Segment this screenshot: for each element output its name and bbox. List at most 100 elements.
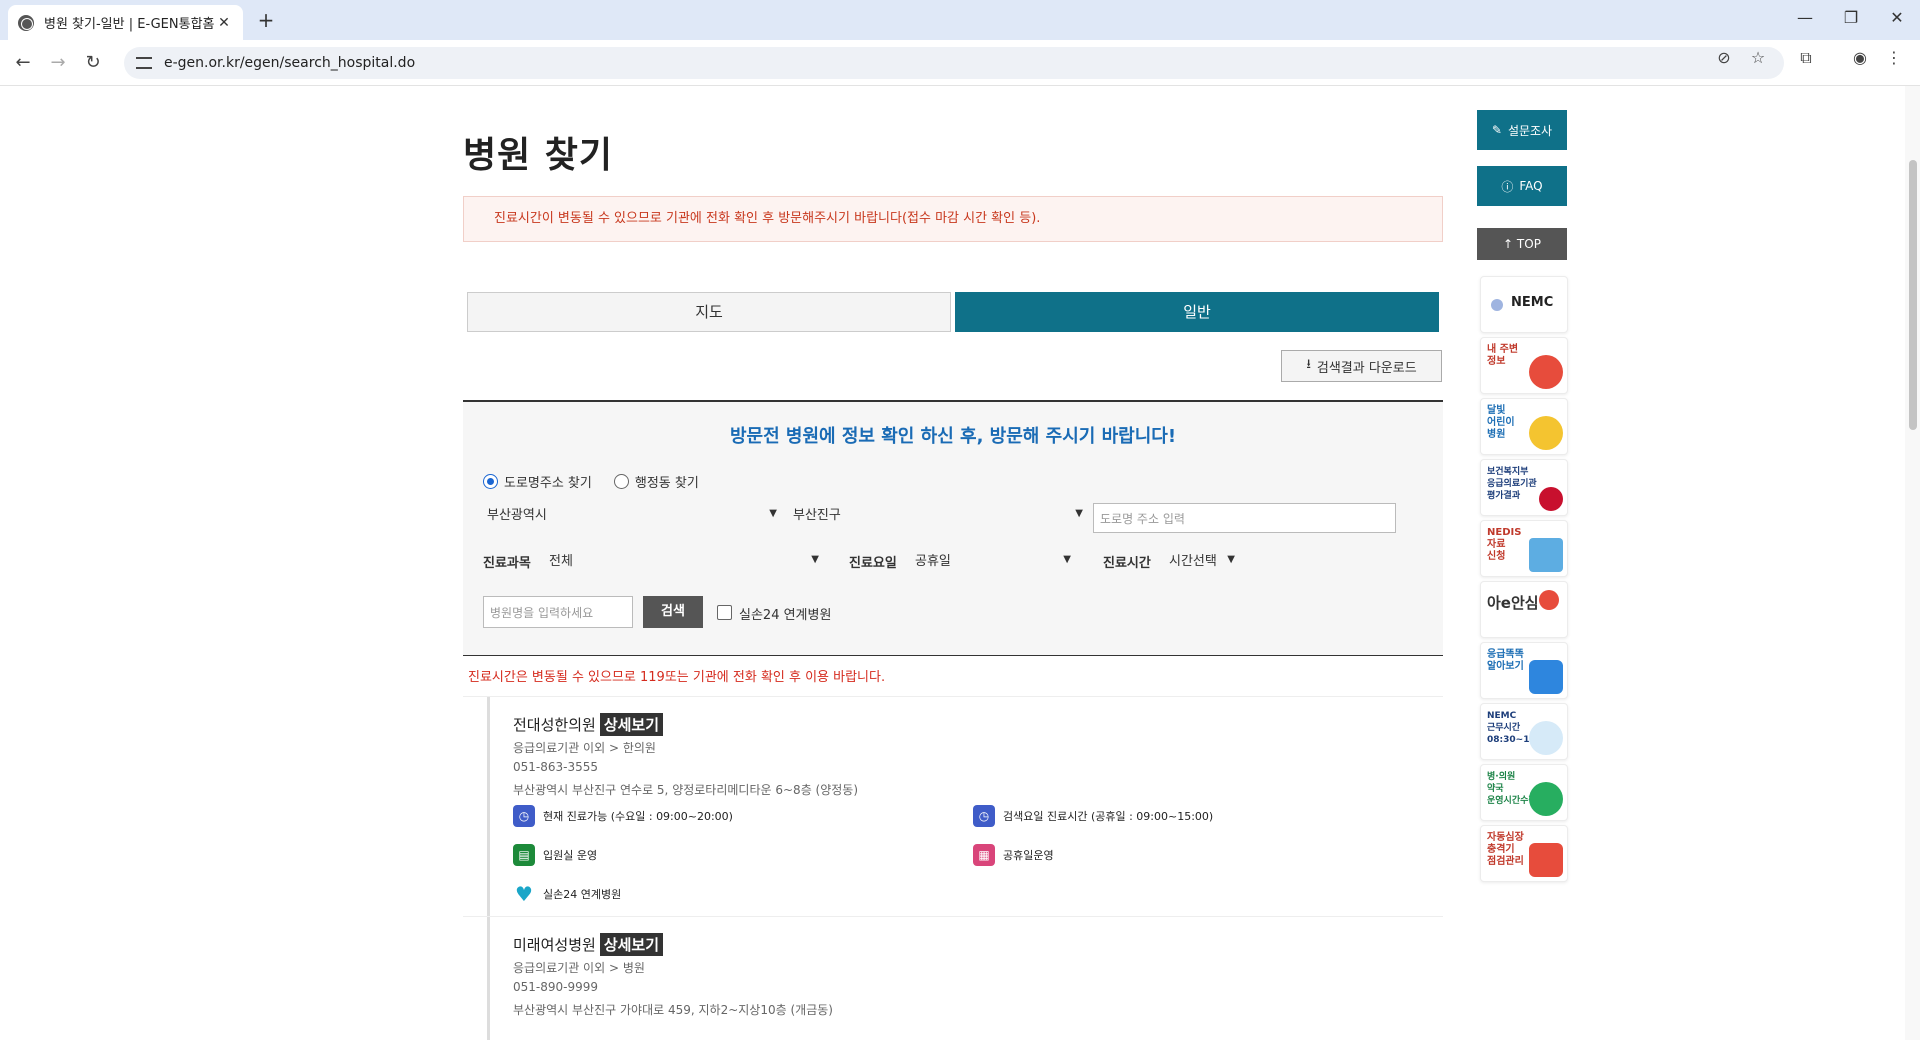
nemc-logo-icon <box>1491 299 1503 311</box>
chevron-down-icon: ▼ <box>1075 507 1083 519</box>
download-results-button[interactable]: ⭳ 검색결과 다운로드 <box>1281 350 1442 382</box>
download-icon: ⭳ <box>1306 357 1311 372</box>
quick-card-pharmacy[interactable]: 병·의원 약국 운영시간수정 <box>1480 764 1568 821</box>
time-value: 시간선택 <box>1169 553 1217 569</box>
hospital-address: 부산광역시 부산진구 가야대로 459, 지하2~지상10층 (개금동) <box>513 1003 833 1017</box>
profile-icon[interactable]: ◉ <box>1848 48 1872 67</box>
reload-icon[interactable]: ↻ <box>80 50 106 76</box>
dept-select[interactable]: 전체 ▼ <box>545 544 823 574</box>
faq-label: FAQ <box>1519 179 1543 193</box>
result-title: 전대성한의원 상세보기 <box>513 713 664 736</box>
star-icon[interactable]: ☆ <box>1746 48 1770 67</box>
radio-admin-label: 행정동 찾기 <box>634 476 699 491</box>
page-scrollbar[interactable] <box>1905 86 1920 1040</box>
hospital-name-placeholder: 병원명을 입력하세요 <box>490 605 594 620</box>
search-button[interactable]: 검색 <box>643 596 703 628</box>
tab-map[interactable]: 지도 <box>467 292 951 332</box>
hospital-address: 부산광역시 부산진구 연수로 5, 양정로타리메디타운 6~8층 (양정동) <box>513 783 859 797</box>
now-status-text: 현재 진료가능 (수요일 : 09:00~20:00) <box>543 810 733 823</box>
sigungu-value: 부산진구 <box>793 507 841 523</box>
browser-tab[interactable]: 병원 찾기-일반 | E-GEN통합홈페이지 ✕ <box>8 5 243 40</box>
forward-icon[interactable]: → <box>45 50 71 76</box>
road-address-input[interactable]: 도로명 주소 입력 <box>1093 503 1396 533</box>
now-status: ◷ 현재 진료가능 (수요일 : 09:00~20:00) <box>513 805 733 827</box>
close-icon[interactable]: ✕ <box>1882 8 1912 27</box>
menu-icon[interactable]: ⋮ <box>1882 48 1906 67</box>
edit-icon: ✎ <box>1491 123 1502 137</box>
tab-title: 병원 찾기-일반 | E-GEN통합홈페이지 <box>44 17 215 32</box>
holiday-text: 공휴일운영 <box>1003 849 1054 862</box>
quick-card-evaluation[interactable]: 보건복지부 응급의료기관 평가결과 <box>1480 459 1568 516</box>
scrollbar-thumb[interactable] <box>1909 160 1917 430</box>
ward-text: 입원실 운영 <box>543 849 598 862</box>
quick-card-aesafe[interactable]: 아e안심 <box>1480 581 1568 638</box>
page-viewport: 병원 찾기 진료시간이 변동될 수 있으므로 기관에 전화 확인 후 방문해주시… <box>0 86 1920 1040</box>
new-tab-icon[interactable]: + <box>254 8 278 32</box>
quick-card-app[interactable]: 응급똑똑 알아보기 <box>1480 642 1568 699</box>
survey-button[interactable]: ✎ 설문조사 <box>1477 110 1567 150</box>
address-bar: ← → ↻ e-gen.or.kr/egen/search_hospital.d… <box>0 40 1920 86</box>
time-warning: 진료시간은 변동될 수 있으므로 119또는 기관에 전화 확인 후 이용 바랍… <box>468 670 886 685</box>
search-day-text: 검색요일 진료시간 (공휴일 : 09:00~15:00) <box>1003 810 1214 823</box>
survey-label: 설문조사 <box>1507 123 1553 138</box>
moon-hospital-icon <box>1529 416 1563 450</box>
aed-heart-icon <box>1529 843 1563 877</box>
clock-icon: ◷ <box>513 805 535 827</box>
radio-road-address[interactable] <box>483 474 498 489</box>
sido-select[interactable]: 부산광역시 ▼ <box>483 498 781 528</box>
quick-card-moonlight[interactable]: 달빛 어린이 병원 <box>1480 398 1568 455</box>
silson-checkbox[interactable] <box>717 605 732 620</box>
dept-value: 전체 <box>549 553 573 569</box>
day-value: 공휴일 <box>915 553 951 569</box>
radio-road-label: 도로명주소 찾기 <box>504 476 592 491</box>
maximize-icon[interactable]: ❐ <box>1836 8 1866 27</box>
extensions-icon[interactable]: ⧉ <box>1794 48 1818 68</box>
silson-text: 실손24 연계병원 <box>543 888 622 901</box>
back-icon[interactable]: ← <box>10 50 36 76</box>
browser-tab-bar: 병원 찾기-일반 | E-GEN통합홈페이지 ✕ + — ❐ ✕ <box>0 0 1920 40</box>
url-field[interactable]: e-gen.or.kr/egen/search_hospital.do <box>124 47 1784 79</box>
hospital-name-input[interactable]: 병원명을 입력하세요 <box>483 596 633 628</box>
chevron-down-icon: ▼ <box>1063 553 1071 565</box>
quick-card-nearby[interactable]: 내 주변 정보 <box>1480 337 1568 394</box>
hospital-phone: 051-890-9999 <box>513 980 599 994</box>
day-select[interactable]: 공휴일 ▼ <box>911 544 1075 574</box>
site-info-icon[interactable] <box>136 57 152 69</box>
hospital-category: 응급의료기관 이외 > 병원 <box>513 961 645 975</box>
tab-general[interactable]: 일반 <box>955 292 1439 332</box>
quick-card-aed[interactable]: 자동심장 충격기 점검관리 <box>1480 825 1568 882</box>
quick-card-nemc[interactable]: NEMC <box>1480 276 1568 333</box>
time-select[interactable]: 시간선택 ▼ <box>1165 544 1239 574</box>
quick-card-nedis[interactable]: NEDIS 자료 신청 <box>1480 520 1568 577</box>
radio-admin-dong[interactable] <box>613 474 629 489</box>
eye-off-icon[interactable]: ⊘ <box>1712 48 1736 67</box>
result-item: 미래여성병원 상세보기 응급의료기관 이외 > 병원 051-890-9999 … <box>463 916 1443 1040</box>
result-divider <box>487 697 490 917</box>
search-day-hours: ◷ 검색요일 진료시간 (공휴일 : 09:00~15:00) <box>973 805 1213 827</box>
hospital-name[interactable]: 미래여성병원 <box>513 934 596 955</box>
quick-card-hours[interactable]: NEMC 근무시간 08:30~17:30 <box>1480 703 1568 760</box>
road-address-placeholder: 도로명 주소 입력 <box>1100 511 1185 526</box>
chevron-down-icon: ▼ <box>811 553 819 565</box>
result-item: 전대성한의원 상세보기 응급의료기관 이외 > 한의원 051-863-3555… <box>463 696 1443 917</box>
hospital-category: 응급의료기관 이외 > 한의원 <box>513 741 656 755</box>
detail-button[interactable]: 상세보기 <box>599 933 664 956</box>
phone-app-icon <box>1529 660 1563 694</box>
hospital-name[interactable]: 전대성한의원 <box>513 714 596 735</box>
question-icon: ⓘ <box>1501 179 1514 194</box>
calendar-icon: ▦ <box>973 844 995 866</box>
heart-icon: ♥ <box>513 882 535 906</box>
download-label: 검색결과 다운로드 <box>1316 360 1417 376</box>
sigungu-select[interactable]: 부산진구 ▼ <box>789 498 1087 528</box>
search-heading: 방문전 병원에 정보 확인 하신 후, 방문해 주시기 바랍니다! <box>729 426 1177 447</box>
minimize-icon[interactable]: — <box>1790 8 1820 27</box>
bed-icon: ▤ <box>513 844 535 866</box>
detail-button[interactable]: 상세보기 <box>599 713 664 736</box>
top-button[interactable]: ↑ TOP <box>1477 228 1567 260</box>
time-label: 진료시간 <box>1103 556 1151 571</box>
holiday-info: ▦ 공휴일운영 <box>973 844 1054 866</box>
tab-close-icon[interactable]: ✕ <box>215 15 233 31</box>
headset-icon <box>1529 721 1563 755</box>
search-panel: 방문전 병원에 정보 확인 하신 후, 방문해 주시기 바랍니다! 도로명주소 … <box>463 400 1443 656</box>
faq-button[interactable]: ⓘ FAQ <box>1477 166 1567 206</box>
